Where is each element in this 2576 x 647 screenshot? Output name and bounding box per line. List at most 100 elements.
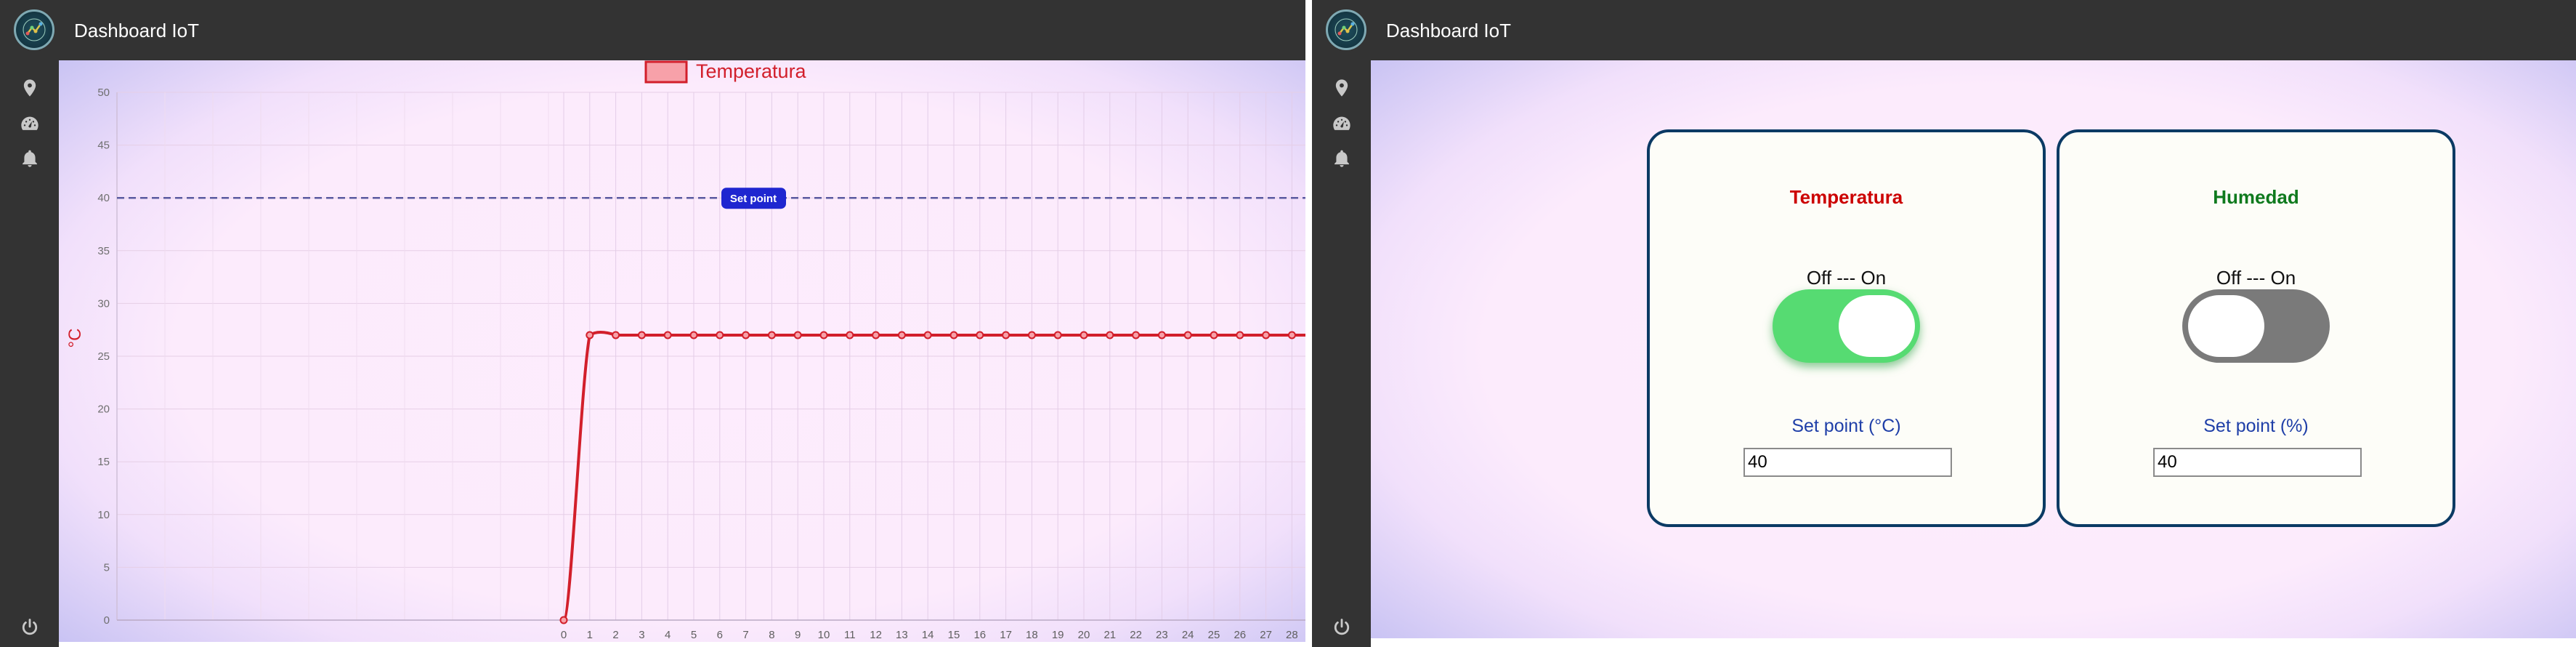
temperature-point bbox=[689, 331, 698, 339]
x-tick-label: 1 bbox=[587, 629, 593, 641]
y-axis-label: °C bbox=[65, 329, 85, 348]
window-divider bbox=[1305, 0, 1312, 647]
y-tick-label: 0 bbox=[104, 614, 110, 627]
temperature-point bbox=[846, 331, 854, 339]
x-tick-label: 14 bbox=[922, 629, 934, 641]
legend-swatch bbox=[644, 60, 688, 84]
bell-icon[interactable] bbox=[20, 148, 40, 169]
temperature-point bbox=[949, 331, 958, 339]
y-tick-label: 45 bbox=[97, 140, 110, 152]
y-tick-label: 15 bbox=[97, 456, 110, 468]
x-tick-label: 23 bbox=[1156, 629, 1168, 641]
map-pin-icon[interactable] bbox=[1332, 78, 1352, 98]
power-icon[interactable] bbox=[1332, 617, 1352, 638]
temperature-point bbox=[1183, 331, 1192, 339]
temperature-point bbox=[1027, 331, 1036, 339]
y-tick-label: 25 bbox=[97, 350, 110, 363]
x-tick-label: 4 bbox=[665, 629, 671, 641]
temperature-point bbox=[1210, 331, 1218, 339]
x-tick-label: 19 bbox=[1052, 629, 1064, 641]
temperature-point bbox=[1236, 331, 1244, 339]
temperature-point bbox=[663, 331, 672, 339]
app-title: Dashboard IoT bbox=[1386, 20, 1511, 41]
temperature-toggle[interactable] bbox=[1773, 289, 1920, 363]
temperature-setpoint-label: Set point (°C) bbox=[1791, 416, 1901, 436]
x-tick-label: 5 bbox=[691, 629, 697, 641]
temperature-point bbox=[1262, 331, 1271, 339]
controls-window: Dashboard IoT Temperatura Off --- On Set… bbox=[1312, 0, 2576, 647]
temperature-card-title: Temperatura bbox=[1789, 186, 1903, 208]
x-tick-label: 27 bbox=[1260, 629, 1272, 641]
x-tick-label: 20 bbox=[1078, 629, 1090, 641]
x-tick-label: 7 bbox=[742, 629, 748, 641]
x-tick-label: 11 bbox=[844, 629, 856, 641]
side-nav bbox=[1312, 60, 1371, 647]
x-tick-label: 12 bbox=[870, 629, 882, 641]
x-tick-label: 26 bbox=[1234, 629, 1246, 641]
x-tick-label: 10 bbox=[818, 629, 830, 641]
side-nav bbox=[0, 60, 59, 647]
x-tick-label: 18 bbox=[1026, 629, 1038, 641]
humidity-card: Humedad Off --- On Set point (%) bbox=[2057, 129, 2455, 527]
y-tick-label: 5 bbox=[104, 561, 110, 574]
temperature-series-line bbox=[562, 330, 1305, 622]
temperature-point bbox=[1053, 331, 1062, 339]
temperature-point bbox=[1287, 331, 1296, 339]
x-tick-label: 22 bbox=[1130, 629, 1142, 641]
app-title: Dashboard IoT bbox=[74, 20, 199, 41]
y-tick-label: 40 bbox=[97, 192, 110, 204]
toggle-knob bbox=[2188, 295, 2264, 357]
temperature-point bbox=[586, 331, 594, 339]
temperature-setpoint-input[interactable] bbox=[1743, 448, 1952, 477]
chart-area: 0 5 10 15 20 25 30 35 40 45 50 0 1 2 3 4 5 6 7 8 9 10 11 12 13 14… bbox=[59, 60, 1305, 642]
x-tick-label: 6 bbox=[717, 629, 723, 641]
temperature-point bbox=[1002, 331, 1010, 339]
temperature-switch-caption: Off --- On bbox=[1806, 267, 1887, 289]
x-tick-label: 15 bbox=[948, 629, 960, 641]
y-tick-label: 30 bbox=[97, 297, 110, 310]
temperature-point bbox=[1157, 331, 1166, 339]
speedometer-icon[interactable] bbox=[20, 113, 40, 134]
x-tick-label: 2 bbox=[612, 629, 618, 641]
temperature-point bbox=[716, 331, 724, 339]
x-tick-label: 21 bbox=[1103, 629, 1116, 641]
temperature-point bbox=[819, 331, 828, 339]
temperature-point bbox=[1106, 331, 1114, 339]
temperature-card: Temperatura Off --- On Set point (°C) bbox=[1647, 129, 2046, 527]
temperature-point bbox=[742, 331, 750, 339]
x-tick-label: 16 bbox=[973, 629, 986, 641]
map-pin-icon[interactable] bbox=[20, 78, 40, 98]
temperature-point bbox=[897, 331, 906, 339]
temperature-point bbox=[1080, 331, 1088, 339]
humidity-toggle[interactable] bbox=[2182, 289, 2330, 363]
temperature-point bbox=[793, 331, 802, 339]
x-tick-label: 28 bbox=[1286, 629, 1298, 641]
x-tick-label: 24 bbox=[1182, 629, 1194, 641]
temperature-point bbox=[767, 331, 776, 339]
y-tick-label: 50 bbox=[97, 87, 110, 99]
humidity-setpoint-label: Set point (%) bbox=[2203, 416, 2309, 436]
bell-icon[interactable] bbox=[1332, 148, 1352, 169]
controls-area: Temperatura Off --- On Set point (°C) Hu… bbox=[1371, 60, 2576, 638]
x-tick-label: 17 bbox=[1000, 629, 1012, 641]
speedometer-icon[interactable] bbox=[1332, 113, 1352, 134]
x-tick-label: 25 bbox=[1208, 629, 1220, 641]
humidity-card-title: Humedad bbox=[2213, 186, 2299, 208]
setpoint-badge-label: Set point bbox=[730, 193, 777, 205]
temperature-point bbox=[612, 331, 620, 339]
humidity-setpoint-input[interactable] bbox=[2153, 448, 2362, 477]
y-tick-label: 10 bbox=[97, 509, 110, 521]
x-tick-label: 3 bbox=[639, 629, 644, 641]
chart-window: Dashboard IoT 0 5 10 15 20 25 30 35 40 45 50 0 1 2 3 4 5… bbox=[0, 0, 1305, 647]
humidity-switch-caption: Off --- On bbox=[2216, 267, 2296, 289]
x-tick-label: 9 bbox=[795, 629, 801, 641]
power-icon[interactable] bbox=[20, 617, 40, 638]
top-bar: Dashboard IoT bbox=[1312, 0, 2576, 60]
temperature-point bbox=[872, 331, 880, 339]
x-tick-label: 8 bbox=[769, 629, 774, 641]
legend-label: Temperatura bbox=[696, 60, 807, 82]
temperature-point bbox=[976, 331, 984, 339]
x-tick-label: 0 bbox=[561, 629, 567, 641]
temperature-point bbox=[637, 331, 646, 339]
x-tick-label: 13 bbox=[896, 629, 908, 641]
